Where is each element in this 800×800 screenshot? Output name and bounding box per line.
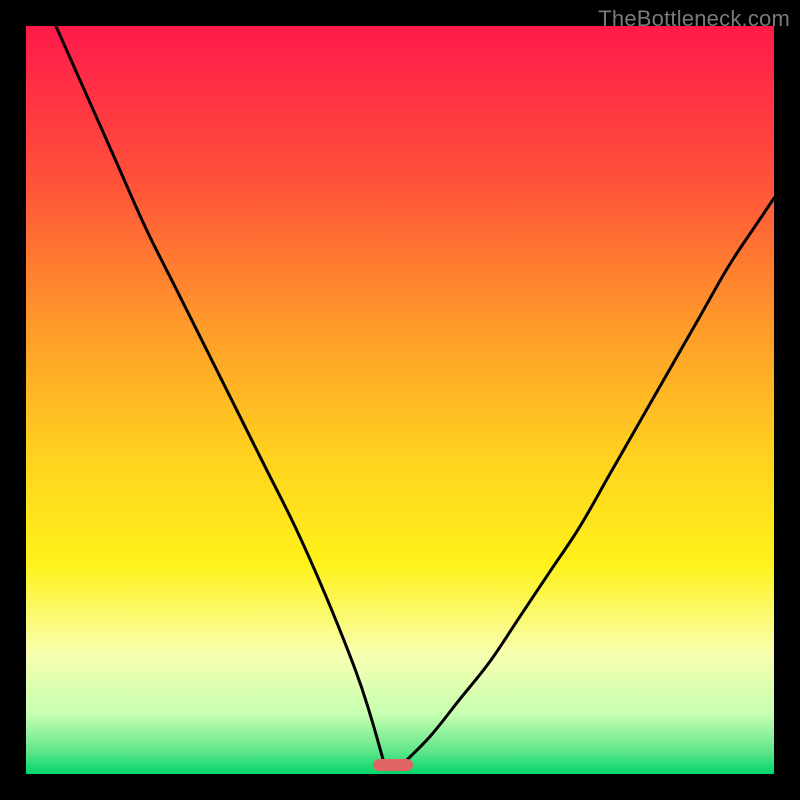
watermark-text: TheBottleneck.com bbox=[598, 6, 790, 32]
chart-frame: TheBottleneck.com bbox=[0, 0, 800, 800]
plot-area bbox=[26, 26, 774, 774]
optimum-marker bbox=[373, 759, 413, 771]
curve-right-branch bbox=[400, 198, 774, 766]
curve-left-branch bbox=[56, 26, 385, 767]
bottleneck-curve bbox=[26, 26, 774, 774]
